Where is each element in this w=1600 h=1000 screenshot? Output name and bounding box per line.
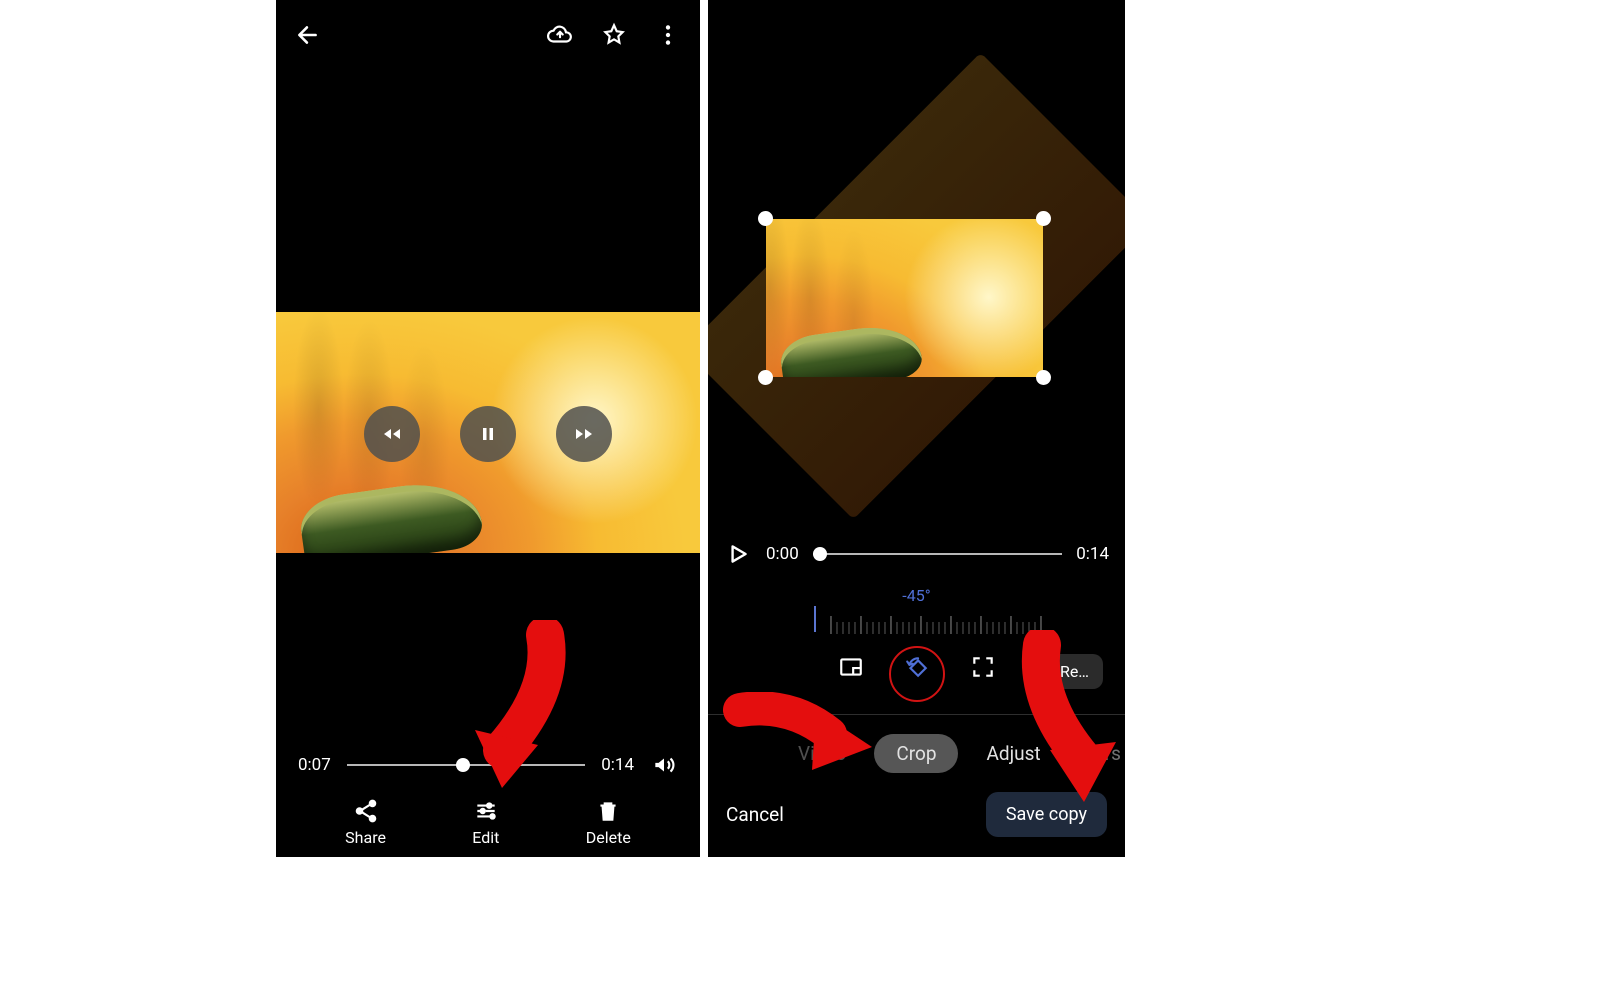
editor-current-time: 0:00 xyxy=(766,544,799,564)
save-copy-button[interactable]: Save copy xyxy=(986,792,1107,837)
angle-ruler[interactable] xyxy=(830,610,1041,634)
editor-seek-bar[interactable] xyxy=(813,553,1062,555)
pause-button[interactable] xyxy=(460,406,516,462)
delete-label: Delete xyxy=(586,828,631,847)
cloud-upload-icon[interactable] xyxy=(546,21,574,49)
reset-label: Re… xyxy=(1060,662,1089,681)
annotation-circle xyxy=(889,646,945,702)
seek-bar[interactable] xyxy=(347,764,585,766)
editor-total-time: 0:14 xyxy=(1076,544,1109,564)
expand-icon[interactable] xyxy=(968,652,998,682)
crop-handle-tl[interactable] xyxy=(758,211,773,226)
total-time: 0:14 xyxy=(601,755,634,775)
cancel-button[interactable]: Cancel xyxy=(726,803,784,826)
tab-adjust[interactable]: Adjust xyxy=(986,742,1040,765)
crop-handle-bl[interactable] xyxy=(758,370,773,385)
reset-button[interactable]: Re… xyxy=(1046,654,1103,689)
playback-controls xyxy=(364,406,612,462)
viewer-screen: 0:07 0:14 Share Edit Delete xyxy=(276,0,700,857)
share-label: Share xyxy=(345,828,386,847)
crop-handle-br[interactable] xyxy=(1036,370,1051,385)
viewer-bottombar: Share Edit Delete xyxy=(276,793,700,857)
star-icon[interactable] xyxy=(600,21,628,49)
aspect-ratio-icon[interactable] xyxy=(836,652,866,682)
progress-row: 0:07 0:14 xyxy=(298,751,678,779)
viewer-topbar xyxy=(276,10,700,60)
crop-canvas[interactable] xyxy=(708,0,1125,520)
more-icon[interactable] xyxy=(654,21,682,49)
tab-crop[interactable]: Crop xyxy=(874,734,958,773)
editor-tabs: Video Crop Adjust Filters xyxy=(708,734,1125,773)
delete-button[interactable]: Delete xyxy=(586,798,631,847)
rotation-angle: -45° xyxy=(708,586,1125,605)
current-time: 0:07 xyxy=(298,755,331,775)
forward-button[interactable] xyxy=(556,406,612,462)
volume-icon[interactable] xyxy=(650,751,678,779)
angle-pointer xyxy=(814,606,816,632)
crop-preview[interactable] xyxy=(766,219,1043,377)
editor-footer: Cancel Save copy xyxy=(708,792,1125,837)
edit-button[interactable]: Edit xyxy=(472,798,499,847)
editor-progress-row: 0:00 0:14 xyxy=(724,540,1109,568)
back-icon[interactable] xyxy=(294,21,322,49)
crop-handle-tr[interactable] xyxy=(1036,211,1051,226)
rewind-button[interactable] xyxy=(364,406,420,462)
edit-label: Edit xyxy=(472,828,499,847)
tab-filters[interactable]: Filters xyxy=(1069,742,1121,765)
tab-video[interactable]: Video xyxy=(798,742,846,765)
editor-screen: 0:00 0:14 -45° Re… Video Crop Adjust xyxy=(708,0,1125,857)
share-button[interactable]: Share xyxy=(345,798,386,847)
screenshot-divider xyxy=(700,0,708,857)
play-icon[interactable] xyxy=(724,540,752,568)
